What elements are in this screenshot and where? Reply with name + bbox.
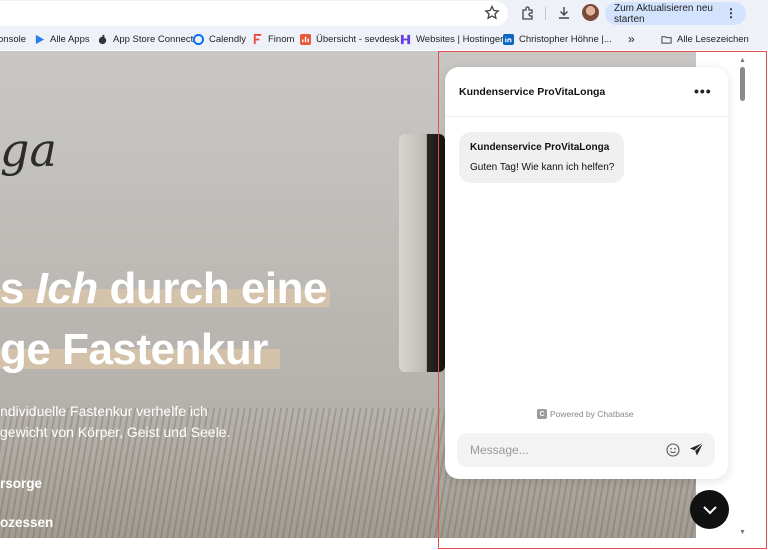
- extensions-icon[interactable]: [520, 5, 536, 21]
- update-restart-button[interactable]: Zum Aktualisieren neu starten ⋮: [605, 2, 746, 25]
- bookmark-app-store-connect[interactable]: App Store Connect: [97, 32, 193, 46]
- bookmark-linkedin[interactable]: Christopher Höhne |...: [503, 32, 612, 46]
- bookmark-label: Calendly: [209, 33, 246, 45]
- more-options-icon[interactable]: •••: [694, 83, 712, 99]
- finom-icon: [253, 33, 262, 44]
- message-sender: Kundenservice ProVitaLonga: [470, 142, 610, 153]
- all-bookmarks-button[interactable]: Alle Lesezeichen: [661, 32, 749, 46]
- bookmark-calendly[interactable]: Calendly: [193, 32, 246, 46]
- bookmark-label: Finom: [268, 33, 295, 45]
- bookmark-label: onsole: [0, 33, 26, 45]
- calendly-icon: [193, 33, 204, 45]
- hero-subtext: ndividuelle Fastenkur verhelfe ich gewic…: [0, 401, 260, 443]
- headline-line-1: s Ich durch eine: [0, 264, 328, 314]
- scroll-down-arrow-icon[interactable]: ▼: [739, 529, 746, 536]
- chat-title: Kundenservice ProVitaLonga: [459, 86, 606, 98]
- download-icon[interactable]: [556, 5, 572, 21]
- chatbase-logo-icon: C: [537, 409, 547, 419]
- brand-script-text: ga: [0, 123, 57, 177]
- chat-header: Kundenservice ProVitaLonga •••: [445, 67, 728, 117]
- play-icon: [35, 34, 45, 44]
- bookmark-label: App Store Connect: [113, 33, 194, 45]
- message-composer: [457, 433, 715, 467]
- chat-scrollbar[interactable]: [736, 57, 748, 539]
- bookmark-console[interactable]: onsole: [0, 32, 26, 46]
- kebab-menu-icon[interactable]: ⋮: [725, 6, 737, 20]
- bookmark-label: Alle Apps: [50, 33, 90, 45]
- star-icon[interactable]: [484, 5, 500, 21]
- bookmark-label: Übersicht - sevdesk: [316, 33, 400, 45]
- headline-line-2: ge Fastenkur: [0, 325, 268, 374]
- all-bookmarks-label: Alle Lesezeichen: [677, 33, 749, 45]
- powered-by-label: Powered by Chatbase: [550, 409, 634, 419]
- headline-suffix: durch eine: [97, 264, 328, 313]
- apple-icon: [98, 34, 107, 44]
- chat-message-bubble: Kundenservice ProVitaLonga Guten Tag! Wi…: [459, 132, 624, 183]
- hero-link-prozessen[interactable]: ozessen: [0, 515, 53, 530]
- sevdesk-icon: [300, 33, 311, 45]
- scroll-up-arrow-icon[interactable]: ▲: [739, 57, 746, 64]
- scrollbar-thumb[interactable]: [740, 67, 745, 101]
- bookmark-hostinger[interactable]: Websites | Hostinger: [400, 32, 503, 46]
- bookmark-label: Christopher Höhne |...: [519, 33, 612, 45]
- powered-by-link[interactable]: C Powered by Chatbase: [537, 409, 634, 419]
- chat-widget: Kundenservice ProVitaLonga ••• Kundenser…: [445, 67, 728, 479]
- send-icon[interactable]: [689, 442, 704, 457]
- hero-subtext-line: ndividuelle Fastenkur verhelfe ich: [0, 403, 208, 419]
- headline-prefix: s: [0, 264, 36, 313]
- hostinger-icon: [400, 34, 411, 44]
- emoji-icon[interactable]: [666, 443, 680, 457]
- bookmarks-bar: onsole Alle Apps App Store Connect Calen…: [0, 28, 768, 50]
- bookmarks-overflow-button[interactable]: »: [628, 32, 635, 46]
- hero-link-vorsorge[interactable]: rsorge: [0, 476, 42, 491]
- browser-toolbar: Zum Aktualisieren neu starten ⋮: [0, 0, 768, 28]
- address-bar[interactable]: [0, 1, 508, 26]
- bookmark-label: Websites | Hostinger: [416, 33, 504, 45]
- folder-icon: [661, 35, 672, 44]
- chevron-down-icon: [702, 505, 717, 514]
- bookmark-sevdesk[interactable]: Übersicht - sevdesk: [300, 32, 399, 46]
- bookmark-finom[interactable]: Finom: [252, 32, 294, 46]
- hero-subtext-line: gewicht von Körper, Geist und Seele.: [0, 424, 231, 440]
- linkedin-icon: [503, 33, 514, 45]
- headline-emphasis: Ich: [35, 264, 99, 313]
- chat-toggle-button[interactable]: [690, 490, 729, 529]
- message-text: Guten Tag! Wie kann ich helfen?: [470, 162, 615, 173]
- profile-avatar[interactable]: [582, 4, 599, 21]
- chevron-double-right-icon: »: [628, 32, 635, 46]
- bookmark-alle-apps[interactable]: Alle Apps: [34, 32, 90, 46]
- message-input[interactable]: [470, 441, 650, 459]
- toolbar-divider: [545, 7, 546, 20]
